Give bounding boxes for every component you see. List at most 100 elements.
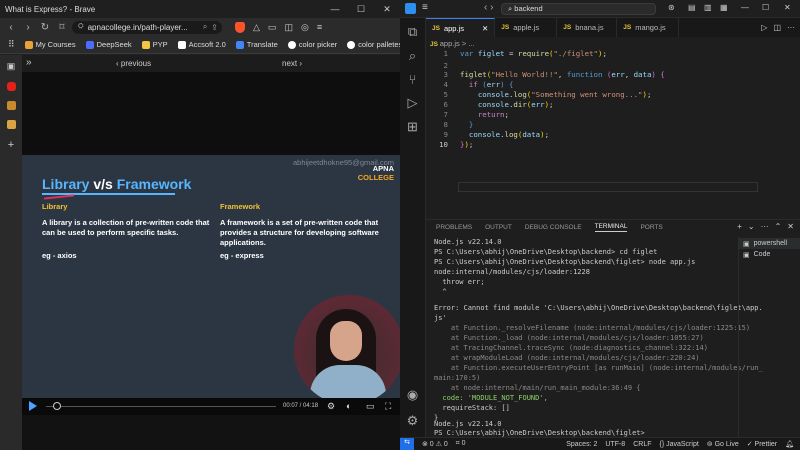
layout-customize-icon[interactable]: ▦ <box>720 3 728 12</box>
remote-icon[interactable]: ⇆ <box>400 437 414 450</box>
layout-icon[interactable]: ▤ <box>688 3 696 12</box>
bookmark-translate[interactable]: Translate <box>235 40 278 49</box>
close-icon[interactable]: ✕ <box>784 3 791 12</box>
terminal-item-code[interactable]: ▣ Code <box>739 249 800 260</box>
panel-toggle-icon[interactable]: ▥ <box>704 3 712 12</box>
tab-debug-console[interactable]: DEBUG CONSOLE <box>525 224 582 231</box>
volume-toggle-icon[interactable]: ◐ <box>346 401 351 411</box>
previous-link[interactable]: ‹ previous <box>116 59 151 68</box>
title-vs: v/s <box>89 176 117 192</box>
language-status[interactable]: {} JavaScript <box>659 441 698 448</box>
video-slide[interactable]: abhijeetdhokne95@gmail.com APNA COLLEGE … <box>22 155 400 398</box>
app-icon-1[interactable] <box>6 101 16 110</box>
tab-problems[interactable]: PROBLEMS <box>436 224 472 231</box>
time-display: 00:07 / 04:18 <box>283 403 319 409</box>
play-icon[interactable] <box>29 401 37 411</box>
close-icon[interactable]: ✕ <box>374 4 400 15</box>
source-control-icon[interactable]: ⑂ <box>409 72 417 87</box>
split-editor-icon[interactable]: ◫ <box>773 23 781 32</box>
bookmark-color-picker[interactable]: color picker <box>287 40 337 49</box>
explorer-icon[interactable]: ⧉ <box>408 24 417 40</box>
account-icon[interactable]: ◉ <box>407 387 418 403</box>
more-actions-icon[interactable]: ··· <box>761 222 769 231</box>
minimize-icon[interactable]: — <box>741 3 749 12</box>
menu-icon[interactable]: ≡ <box>317 22 322 32</box>
command-center-search[interactable]: ⌕ backend <box>501 3 656 15</box>
bookmark-accsoft[interactable]: Accsoft 2.0 <box>177 40 226 49</box>
wallet-icon[interactable]: ◫ <box>284 22 293 33</box>
bookmark-color-palletes[interactable]: color palletes <box>347 40 402 49</box>
manage-gear-icon[interactable]: ⚙ <box>407 413 419 429</box>
menu-icon[interactable]: ≡ <box>422 2 428 13</box>
indentation-status[interactable]: Spaces: 2 <box>566 441 597 448</box>
more-actions-icon[interactable]: ··· <box>787 23 795 32</box>
tab-app-js[interactable]: JS app.js ✕ <box>426 18 496 37</box>
problems-status[interactable]: ⊗ 0 ⚠ 0 <box>422 440 448 448</box>
tab-ports[interactable]: PORTS <box>640 224 662 231</box>
fullscreen-icon[interactable]: ⛶ <box>385 401 391 412</box>
brave-shields-icon[interactable] <box>235 21 245 33</box>
bookmark-my-courses[interactable]: My Courses <box>24 40 76 49</box>
bookmark-deepseek[interactable]: DeepSeek <box>85 40 132 49</box>
ports-status[interactable]: ⌗ 0 <box>456 440 466 448</box>
status-bar: ⇆ ⊗ 0 ⚠ 0 ⌗ 0 Spaces: 2 UTF-8 CRLF {} Ja… <box>400 437 800 450</box>
code-editor[interactable]: 1 var figlet = require("./figlet"); 2 3 fi… <box>426 46 800 216</box>
new-terminal-icon[interactable]: + <box>737 222 742 231</box>
sidebar-panel-icon[interactable]: ▣ <box>7 61 16 72</box>
close-tab-icon[interactable]: ✕ <box>482 24 488 33</box>
forward-icon[interactable]: › <box>21 22 35 33</box>
reload-icon[interactable]: ↻ <box>38 22 52 33</box>
terminal-dropdown-icon[interactable]: ⌄ <box>748 222 755 231</box>
app-icon-2[interactable] <box>6 120 16 129</box>
encoding-status[interactable]: UTF-8 <box>605 441 625 448</box>
address-bar[interactable]: ⛭ apnacollege.in/path-player... ⌕ ⇪ <box>72 20 222 34</box>
broadcast-icon: ⊚ <box>706 441 715 448</box>
tab-apple-js[interactable]: JS apple.js <box>495 18 558 37</box>
settings-icon[interactable]: ⚙ <box>327 401 335 412</box>
seek-bar[interactable] <box>46 406 276 407</box>
maximize-icon[interactable]: ☐ <box>348 4 374 15</box>
terminal-icon: ▣ <box>743 251 750 259</box>
back-icon[interactable]: ‹ <box>4 22 18 33</box>
sidebar-toggle-icon[interactable]: ▭ <box>268 22 277 33</box>
extensions-icon[interactable]: ⊞ <box>407 119 418 135</box>
add-icon[interactable]: + <box>8 139 14 151</box>
go-live-status[interactable]: ⊚ Go Live <box>707 440 739 448</box>
close-panel-icon[interactable]: ✕ <box>787 222 794 231</box>
next-link[interactable]: next › <box>282 59 302 68</box>
bookmark-pyp[interactable]: PYP <box>141 40 168 49</box>
maximize-icon[interactable]: ☐ <box>762 3 769 12</box>
tab-mango-js[interactable]: JS mango.js <box>617 18 680 37</box>
seek-thumb[interactable] <box>52 402 61 410</box>
terminal-item-powershell[interactable]: ▣ powershell <box>739 238 800 249</box>
code-text: console.dir(err); <box>477 100 554 109</box>
search-icon[interactable]: ⌕ <box>203 22 207 32</box>
terminal-output[interactable]: Node.js v22.14.0 PS C:\Users\abhij\OneDr… <box>426 236 763 437</box>
apps-grid-icon[interactable]: ⠿ <box>8 39 15 50</box>
maximize-panel-icon[interactable]: ⌃ <box>775 222 782 231</box>
vpn-icon[interactable]: ◎ <box>301 22 309 33</box>
nav-back-forward-icon[interactable]: ‹ › <box>484 2 493 13</box>
bookmark-icon[interactable]: ⌑ <box>55 22 69 33</box>
copilot-icon[interactable]: ⊛ <box>668 3 675 12</box>
pip-icon[interactable]: ▭ <box>366 401 375 412</box>
search-icon[interactable]: ⌕ <box>409 48 416 64</box>
site-info-icon[interactable]: ⛭ <box>78 23 84 31</box>
tab-terminal[interactable]: TERMINAL <box>594 223 628 232</box>
line-number: 8 <box>443 120 448 129</box>
vscode-logo-icon <box>405 3 416 14</box>
prettier-status[interactable]: ✓ Prettier <box>747 440 777 448</box>
code-line: 9 console.log(data); <box>426 130 800 140</box>
run-icon[interactable]: ▷ <box>761 23 767 32</box>
run-debug-icon[interactable]: ▷ <box>408 95 418 111</box>
notifications-icon[interactable]: 🔔︎ <box>785 440 794 448</box>
rewards-icon[interactable]: △ <box>253 22 260 33</box>
collapse-sidebar-icon[interactable]: » <box>26 57 32 68</box>
video-controls: 00:07 / 04:18 ⚙ ◐ ▭ ⛶ <box>22 398 400 415</box>
share-icon[interactable]: ⇪ <box>211 23 222 32</box>
minimize-icon[interactable]: — <box>322 4 348 14</box>
tab-output[interactable]: OUTPUT <box>485 224 512 231</box>
eol-status[interactable]: CRLF <box>633 441 651 448</box>
tab-bnana-js[interactable]: JS bnana.js <box>557 18 618 37</box>
youtube-icon[interactable] <box>6 82 16 91</box>
